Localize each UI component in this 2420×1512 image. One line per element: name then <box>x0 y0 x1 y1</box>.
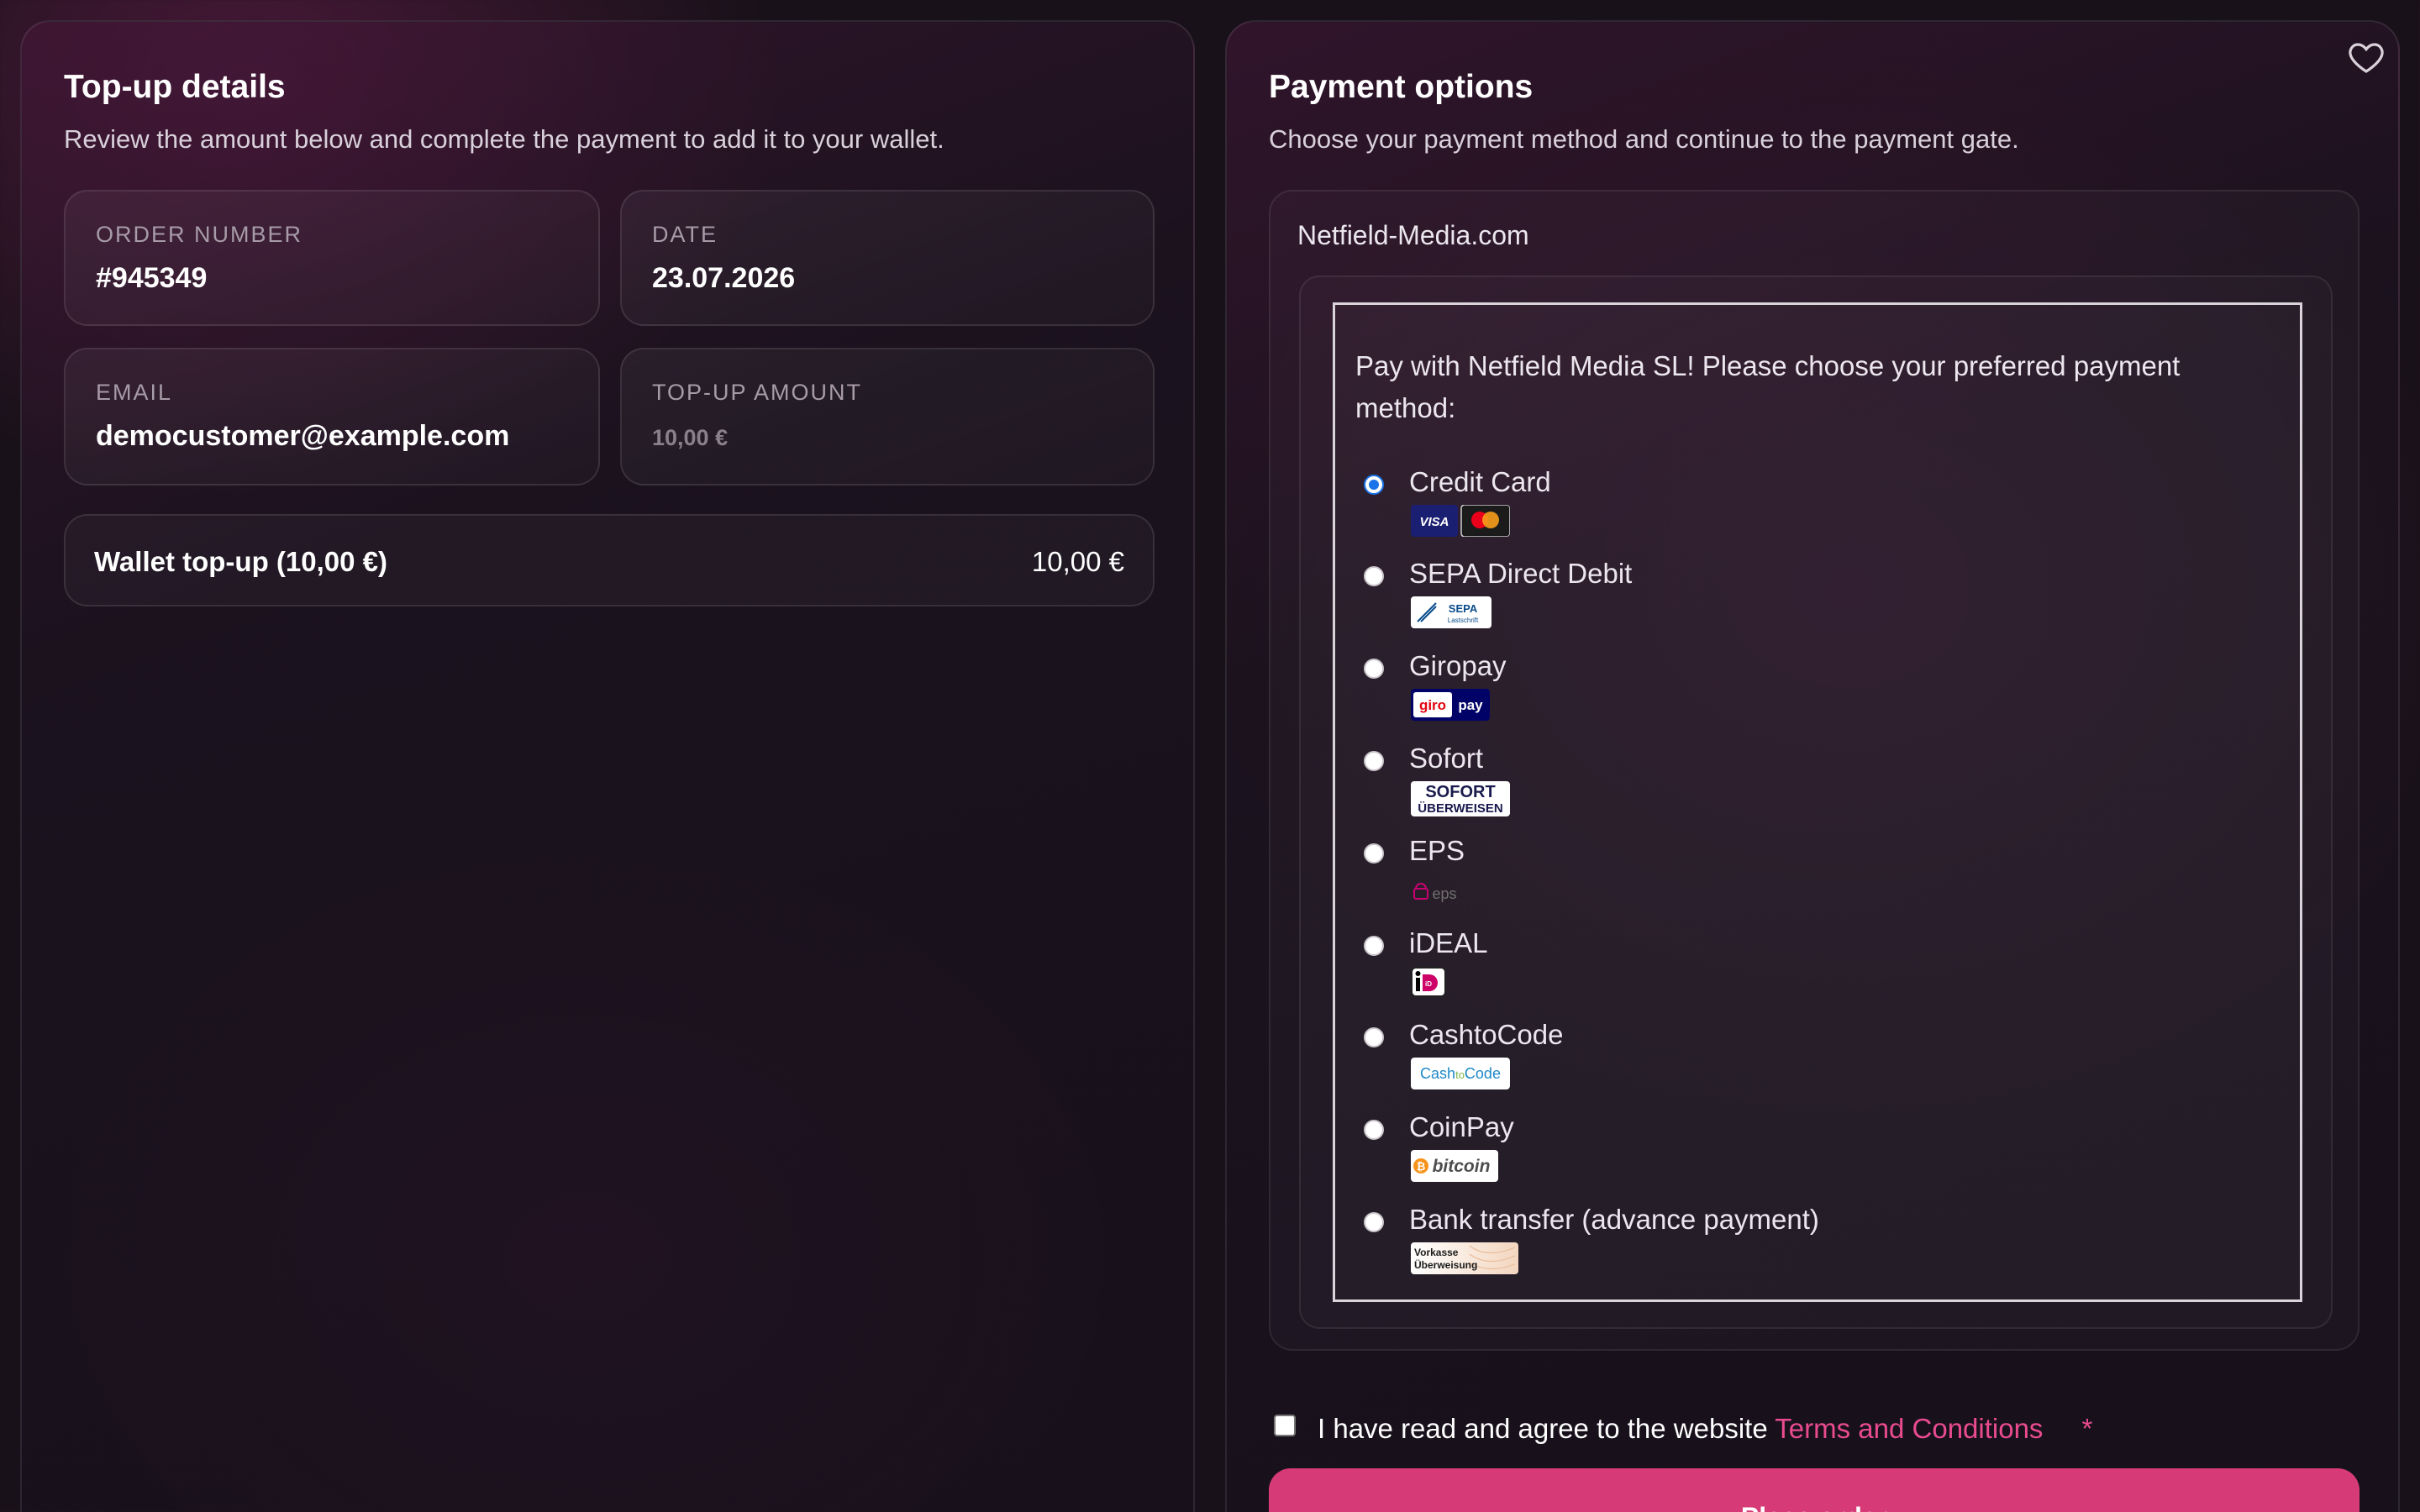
sofort-text: SOFORT <box>1425 783 1495 801</box>
date-label: DATE <box>652 222 718 247</box>
visa-text: VISA <box>1419 515 1449 529</box>
ueberweisung-text: Überweisung <box>1414 1258 1477 1271</box>
sepa-text: SEPA <box>1449 602 1478 615</box>
terms-link[interactable]: Terms and Conditions <box>1775 1413 2043 1444</box>
payment-option-label: iDEAL <box>1409 927 1488 958</box>
line-item-name: Wallet top-up (10,00 €) <box>94 546 387 577</box>
cash-text: Cash <box>1420 1065 1455 1082</box>
radio-coinpay[interactable] <box>1364 1120 1384 1140</box>
ideal-text: iD <box>1425 980 1432 988</box>
payment-options-title: Payment options <box>1269 69 1534 105</box>
radio-sepa[interactable] <box>1364 566 1384 586</box>
svg-text:₿: ₿ <box>1417 1160 1426 1173</box>
topup-details-title: Top-up details <box>64 69 286 105</box>
vorkasse-text: Vorkasse <box>1414 1247 1459 1258</box>
pay-text: pay <box>1458 697 1483 713</box>
cashtocode-icon: CashtoCode <box>1411 1058 1510 1089</box>
radio-giropay[interactable] <box>1364 659 1384 679</box>
payment-options-subtitle: Choose your payment method and continue … <box>1269 124 2019 154</box>
payment-options-panel: Payment options Choose your payment meth… <box>1225 20 2400 1512</box>
sofort-sub-text: ÜBERWEISEN <box>1418 801 1502 816</box>
radio-eps[interactable] <box>1364 843 1384 864</box>
order-number-value: #945349 <box>96 262 208 294</box>
vorkasse-ueberweisung-icon: Vorkasse Überweisung <box>1411 1242 1518 1274</box>
place-order-button[interactable]: Place order <box>1269 1468 2360 1512</box>
topup-amount-value: 10,00 € <box>652 425 729 450</box>
payment-option-label: CashtoCode <box>1409 1019 1564 1050</box>
giro-text: giro <box>1419 697 1446 713</box>
date-value: 23.07.2026 <box>652 262 796 294</box>
visa-mastercard-icon: VISA <box>1411 505 1510 537</box>
payment-option-label: Bank transfer (advance payment) <box>1409 1204 1819 1235</box>
to-text: to <box>1455 1068 1465 1081</box>
gateway-name: Netfield-Media.com <box>1297 220 1529 250</box>
terms-text: I have read and agree to the website <box>1318 1413 1768 1444</box>
email-value: democustomer@example.com <box>96 420 510 452</box>
radio-bank-transfer[interactable] <box>1364 1212 1384 1232</box>
payment-intro-text: Pay with Netfield Media SL! Please choos… <box>1355 350 2181 423</box>
payment-option-label: Credit Card <box>1409 466 1551 497</box>
radio-cashtocode[interactable] <box>1364 1027 1384 1047</box>
topup-details-panel: Top-up details Review the amount below a… <box>20 20 1195 1512</box>
terms-agreement: I have read and agree to the website Ter… <box>1274 1413 2092 1445</box>
payment-iframe: Pay with Netfield Media SL! Please choos… <box>1333 302 2302 1302</box>
code-text: Code <box>1465 1065 1501 1082</box>
radio-ideal[interactable] <box>1364 936 1384 956</box>
eps-text: eps <box>1432 885 1456 902</box>
radio-credit-card[interactable] <box>1364 475 1384 495</box>
line-item-price: 10,00 € <box>1031 546 1124 577</box>
topup-amount-card: TOP-UP AMOUNT 10,00 € <box>620 348 1155 486</box>
sepa-lastschrift-icon: SEPA Lastschrift <box>1411 596 1491 628</box>
terms-checkbox[interactable] <box>1274 1415 1296 1437</box>
order-number-card: ORDER NUMBER #945349 <box>64 190 600 326</box>
date-card: DATE 23.07.2026 <box>620 190 1155 326</box>
ideal-icon: iD <box>1411 966 1446 998</box>
giropay-icon: giro pay <box>1411 689 1490 721</box>
required-marker: * <box>2081 1413 2093 1444</box>
topup-amount-label: TOP-UP AMOUNT <box>652 380 863 405</box>
radio-sofort[interactable] <box>1364 751 1384 771</box>
payment-option-label: EPS <box>1409 835 1465 866</box>
payment-gateway-card: Netfield-Media.com Pay with Netfield Med… <box>1269 190 2360 1351</box>
sepa-sub-text: Lastschrift <box>1448 617 1479 624</box>
email-label: EMAIL <box>96 380 173 405</box>
order-number-label: ORDER NUMBER <box>96 222 303 247</box>
bitcoin-icon: ₿ bitcoin <box>1411 1150 1498 1182</box>
email-card: EMAIL democustomer@example.com <box>64 348 600 486</box>
bitcoin-text: bitcoin <box>1433 1157 1491 1176</box>
eps-icon: eps <box>1411 874 1461 906</box>
sofort-ueberweisen-icon: SOFORT ÜBERWEISEN <box>1411 781 1510 816</box>
payment-option-label: SEPA Direct Debit <box>1409 558 1633 589</box>
topup-details-subtitle: Review the amount below and complete the… <box>64 124 944 154</box>
payment-option-label: CoinPay <box>1409 1111 1514 1142</box>
heart-icon[interactable] <box>2346 37 2386 77</box>
payment-option-label: Sofort <box>1409 743 1484 774</box>
gateway-frame-wrapper: Pay with Netfield Media SL! Please choos… <box>1299 276 2333 1329</box>
line-item-row: Wallet top-up (10,00 €) 10,00 € <box>64 514 1155 606</box>
payment-option-label: Giropay <box>1409 650 1507 681</box>
